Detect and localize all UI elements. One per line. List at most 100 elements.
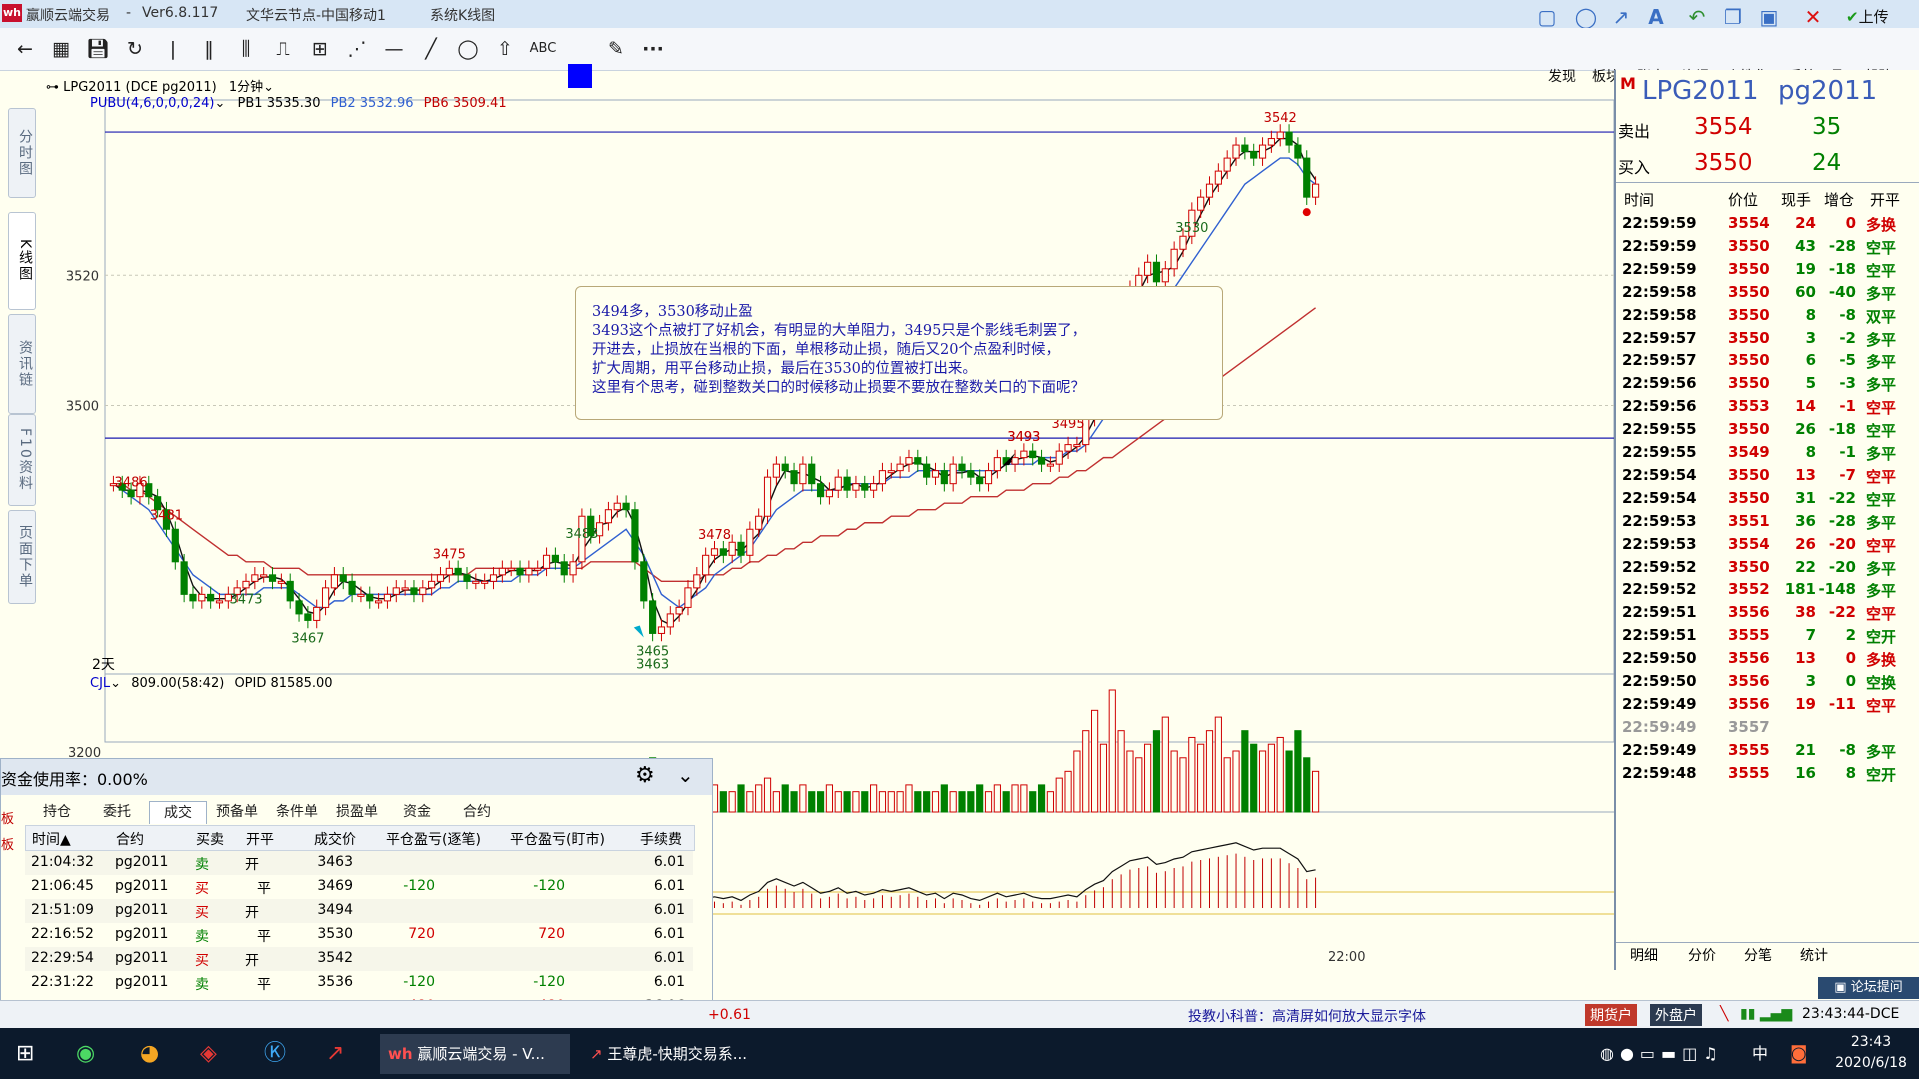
system-clock[interactable]: 23:43 2020/6/18 bbox=[1826, 1032, 1916, 1074]
chevron-down-icon[interactable]: ⌄ bbox=[110, 676, 121, 691]
chevron-down-icon[interactable]: ⌄ bbox=[215, 96, 226, 111]
table-row[interactable]: 21:51:09 pg2011 买 开 3494 6.01 bbox=[25, 899, 693, 923]
windows-start-icon[interactable]: ⊞ bbox=[16, 1034, 34, 1074]
cell-fee: 6.01 bbox=[653, 854, 685, 870]
close-icon[interactable]: ✕ bbox=[1800, 4, 1826, 30]
save-icon[interactable]: ▣ bbox=[1756, 4, 1782, 30]
candle-body bbox=[357, 593, 365, 597]
horizontal-line-icon[interactable]: — bbox=[381, 36, 407, 62]
ellipse-icon[interactable]: ◯ bbox=[455, 36, 481, 62]
col-time[interactable]: 时间▲ bbox=[32, 829, 71, 849]
side-tab-order[interactable]: 页面下单 bbox=[8, 510, 36, 604]
app-k-icon[interactable]: Ⓚ bbox=[264, 1034, 286, 1074]
wechat-icon[interactable]: ◉ bbox=[76, 1034, 95, 1074]
chevron-down-icon[interactable]: ⌄ bbox=[263, 80, 274, 95]
ellipse-tool-icon[interactable]: ◯ bbox=[1573, 4, 1599, 30]
col-pnl-trade[interactable]: 平仓盈亏(逐笔) bbox=[386, 829, 481, 849]
tick-price: 3556 bbox=[1728, 672, 1770, 690]
tab-contracts[interactable]: 合约 bbox=[449, 801, 505, 823]
browser-icon[interactable]: ◕ bbox=[140, 1034, 159, 1074]
table-row[interactable]: 21:06:45 pg2011 买 平 3469 -120 -120 6.01 bbox=[25, 875, 693, 899]
grid-icon[interactable]: ⊞ bbox=[307, 36, 333, 62]
rect-tool-icon[interactable]: ▢ bbox=[1534, 4, 1560, 30]
tick-oi: -40 bbox=[1828, 282, 1856, 301]
save-icon[interactable]: 💾︎ bbox=[85, 36, 111, 62]
header-time: 时间 bbox=[1624, 191, 1655, 209]
app-red-icon[interactable]: ◈ bbox=[200, 1034, 217, 1074]
upload-button[interactable]: ✔上传 bbox=[1846, 6, 1889, 27]
col-pnl-mark[interactable]: 平仓盈亏(盯市) bbox=[510, 829, 605, 849]
tab-tick[interactable]: 分笔 bbox=[1744, 945, 1772, 965]
tri-line-icon[interactable]: ⫼ bbox=[233, 36, 259, 62]
table-row[interactable]: 22:29:54 pg2011 买 开 3542 6.01 bbox=[25, 947, 693, 971]
tab-orders[interactable]: 委托 bbox=[89, 801, 145, 823]
price-label: 3463 bbox=[636, 657, 669, 672]
col-price[interactable]: 成交价 bbox=[314, 829, 356, 849]
volume-bar bbox=[808, 791, 816, 813]
side-tab-f10[interactable]: F10资料 bbox=[8, 414, 36, 506]
outer-account-button[interactable]: 外盘户 bbox=[1650, 1004, 1702, 1026]
collapse-icon[interactable]: ⌄ bbox=[677, 763, 694, 787]
candle-body bbox=[419, 587, 427, 595]
tab-detail[interactable]: 明细 bbox=[1630, 945, 1658, 965]
col-openclose[interactable]: 开平 bbox=[246, 829, 274, 849]
col-side[interactable]: 买卖 bbox=[196, 829, 224, 849]
forum-button[interactable]: ▣ 论坛提问 bbox=[1818, 977, 1919, 999]
text-tool-icon[interactable]: A bbox=[1643, 4, 1669, 30]
tip-text[interactable]: 投教小科普：高清屏如何放大显示字体 bbox=[1188, 1006, 1426, 1026]
candle-body bbox=[631, 509, 639, 563]
kuaiqi-icon[interactable]: ↗ bbox=[326, 1034, 344, 1074]
tab-prepared[interactable]: 预备单 bbox=[209, 801, 265, 823]
back-arrow-icon[interactable]: ← bbox=[12, 36, 38, 62]
vertical-line-icon[interactable]: | bbox=[160, 36, 186, 62]
arrow-tool-icon[interactable]: ↗ bbox=[1608, 4, 1634, 30]
side-tab-news[interactable]: 资讯链 bbox=[8, 314, 36, 414]
tab-stats[interactable]: 统计 bbox=[1800, 945, 1828, 965]
tray-icons[interactable]: ◍●▭▬◫♫ bbox=[1600, 1034, 1724, 1074]
step-line-icon[interactable]: ⎍ bbox=[270, 36, 296, 62]
tick-vol: 21 bbox=[1795, 740, 1816, 759]
more-icon[interactable]: ··· bbox=[640, 36, 666, 62]
candle-body bbox=[666, 613, 674, 628]
home-arrow-icon[interactable]: ⇧ bbox=[492, 36, 518, 62]
tab-trades[interactable]: 成交 bbox=[149, 801, 207, 824]
bar-grid-icon[interactable]: ▦ bbox=[48, 36, 74, 62]
volume-bar bbox=[905, 784, 913, 813]
ime-indicator[interactable]: 中 bbox=[1752, 1034, 1768, 1074]
indicator-name[interactable]: PUBU(4,6,0,0,0,24) bbox=[90, 96, 215, 111]
period-select[interactable]: 1分钟 bbox=[229, 80, 263, 95]
undo-icon[interactable]: ↶ bbox=[1684, 4, 1710, 30]
table-row[interactable]: 22:16:52 pg2011 卖 平 3530 720 720 6.01 bbox=[25, 923, 693, 947]
diagonal-line-icon[interactable]: ╱ bbox=[418, 36, 444, 62]
tab-funds[interactable]: 资金 bbox=[389, 801, 445, 823]
taskbar-app-kuaiqi[interactable]: ↗ 王尊虎-快期交易系... bbox=[582, 1034, 772, 1074]
side-tab-kline[interactable]: K线图 bbox=[8, 212, 36, 310]
tray-app-icon[interactable]: ◙ bbox=[1790, 1034, 1807, 1074]
copy-icon[interactable]: ❐ bbox=[1720, 4, 1746, 30]
taskbar-app-label: 赢顺云端交易 - V... bbox=[417, 1045, 545, 1063]
price-label: 3478 bbox=[698, 528, 731, 543]
double-line-icon[interactable]: ‖ bbox=[196, 36, 222, 62]
tab-stop-profit[interactable]: 损盈单 bbox=[329, 801, 385, 823]
refresh-icon[interactable]: ↻ bbox=[122, 36, 148, 62]
text-tool-button[interactable]: ABC bbox=[526, 36, 560, 62]
candle-body bbox=[410, 587, 418, 595]
candle-body bbox=[295, 600, 303, 615]
cell-time: 22:31:22 bbox=[31, 974, 94, 990]
side-tab-timeshare[interactable]: 分时图 bbox=[8, 108, 36, 198]
dotted-line-icon[interactable]: ⋰ bbox=[344, 36, 370, 62]
gear-icon[interactable]: ⚙ bbox=[635, 763, 655, 788]
volume-indicator[interactable]: CJL bbox=[90, 676, 110, 691]
tab-price-dist[interactable]: 分价 bbox=[1688, 945, 1716, 965]
eraser-icon[interactable]: ✎ bbox=[603, 36, 629, 62]
tab-conditional[interactable]: 条件单 bbox=[269, 801, 325, 823]
col-contract[interactable]: 合约 bbox=[116, 829, 144, 849]
cell-pnl1: 720 bbox=[408, 926, 435, 942]
col-fee[interactable]: 手续费 bbox=[640, 829, 682, 849]
table-row[interactable]: 21:04:32 pg2011 卖 开 3463 6.01 bbox=[25, 851, 693, 875]
futures-account-button[interactable]: 期货户 bbox=[1585, 1004, 1637, 1026]
table-row[interactable]: 22:31:22 pg2011 卖 平 3536 -120 -120 6.01 bbox=[25, 971, 693, 995]
taskbar-app-wenhua[interactable]: wh 赢顺云端交易 - V... bbox=[380, 1034, 570, 1074]
tab-positions[interactable]: 持仓 bbox=[29, 801, 85, 823]
candle-body bbox=[330, 574, 338, 589]
